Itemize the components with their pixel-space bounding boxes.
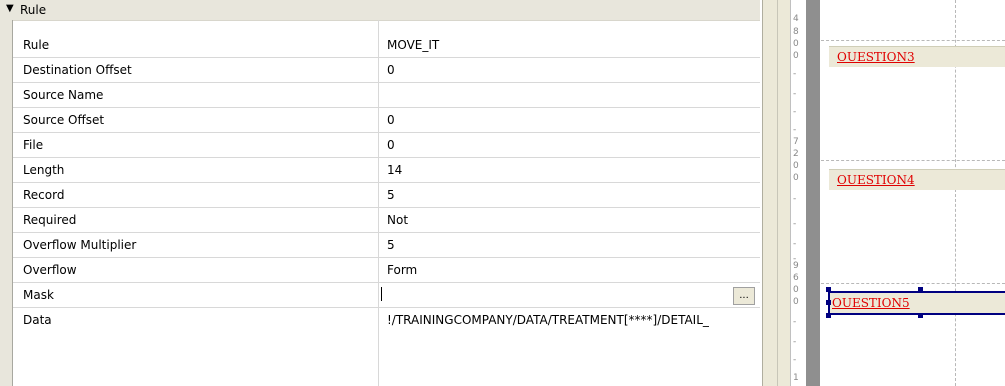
column-splitter[interactable] [378, 20, 379, 386]
resize-handle[interactable] [826, 287, 831, 292]
ruler-tick: - [793, 69, 797, 79]
property-row-length[interactable]: Length 14 [13, 158, 760, 183]
resize-handle[interactable] [918, 287, 923, 292]
ruler-tick: 7 [793, 137, 799, 147]
property-row-required[interactable]: Required Not [13, 208, 760, 233]
property-row-overflow[interactable]: Overflow Form [13, 258, 760, 283]
ruler-tick: - [793, 355, 797, 365]
ruler-tick: - [793, 239, 797, 249]
property-row-overflow-multiplier[interactable]: Overflow Multiplier 5 [13, 233, 760, 258]
property-value[interactable]: 5 [387, 188, 757, 202]
canvas-border [806, 0, 820, 386]
property-row-data[interactable]: Data !/TRAININGCOMPANY/DATA/TREATMENT[**… [13, 308, 760, 332]
property-row-mask[interactable]: Mask ... [13, 283, 760, 308]
property-row-rule[interactable]: Rule MOVE_IT [13, 33, 760, 58]
resize-handle[interactable] [918, 313, 923, 318]
property-name: Length [23, 163, 65, 177]
guide-line [821, 160, 1005, 161]
resize-handle[interactable] [826, 313, 831, 318]
property-value[interactable]: MOVE_IT [387, 38, 757, 52]
property-row-record[interactable]: Record 5 [13, 183, 760, 208]
vertical-ruler: 4 8 0 0 - - - - 7 2 0 0 - - - - 9 6 0 0 … [790, 0, 807, 386]
property-name: Overflow [23, 263, 77, 277]
ruler-tick: - [793, 317, 797, 327]
property-name: Rule [23, 38, 50, 52]
panel-splitter[interactable] [762, 0, 777, 386]
property-row-source-name[interactable]: Source Name [13, 83, 760, 108]
property-name: Overflow Multiplier [23, 238, 137, 252]
ruler-tick: 0 [793, 39, 799, 49]
guide-line [821, 40, 1005, 41]
property-name: Source Name [23, 88, 104, 102]
ruler-tick: 4 [793, 14, 799, 24]
property-name: Mask [23, 288, 54, 302]
ruler-tick: - [793, 219, 797, 229]
collapse-arrow-icon[interactable]: ▼ [6, 3, 14, 14]
property-value[interactable]: 5 [387, 238, 757, 252]
ruler-tick: 9 [793, 261, 799, 271]
guide-line [821, 283, 1005, 284]
panel-splitter-inner[interactable] [777, 0, 791, 386]
ruler-tick: 0 [793, 285, 799, 295]
form-canvas[interactable]: OUESTION3 OUESTION4 OUESTION5 [821, 0, 1005, 386]
property-name: Required [23, 213, 77, 227]
property-value[interactable]: Not [387, 213, 757, 227]
property-row-destination-offset[interactable]: Destination Offset 0 [13, 58, 760, 83]
ruler-tick: 0 [793, 173, 799, 183]
question-label: OUESTION3 [837, 50, 915, 64]
ruler-tick: 0 [793, 51, 799, 61]
property-row-source-offset[interactable]: Source Offset 0 [13, 108, 760, 133]
ruler-tick: - [793, 125, 797, 135]
property-name: Record [23, 188, 65, 202]
ellipsis-button[interactable]: ... [733, 287, 755, 305]
resize-handle[interactable] [826, 300, 831, 305]
property-name: Source Offset [23, 113, 105, 127]
question-label: OUESTION4 [837, 173, 915, 187]
grid-gutter [0, 20, 12, 386]
property-value[interactable]: 0 [387, 113, 757, 127]
question-field-selected[interactable]: OUESTION5 [828, 291, 1005, 315]
property-row-file[interactable]: File 0 [13, 133, 760, 158]
ruler-tick: 2 [793, 149, 799, 159]
property-value[interactable]: 0 [387, 63, 757, 77]
property-value[interactable]: Form [387, 263, 757, 277]
category-header[interactable]: ▼ Rule [0, 0, 760, 21]
category-label: Rule [20, 3, 47, 17]
property-value[interactable]: !/TRAININGCOMPANY/DATA/TREATMENT[****]/D… [387, 313, 757, 327]
ruler-tick: - [793, 194, 797, 204]
text-caret [381, 287, 382, 301]
ruler-tick: 1 [793, 373, 799, 383]
ruler-tick: 0 [793, 297, 799, 307]
ruler-tick: 8 [793, 27, 799, 37]
ruler-tick: 0 [793, 161, 799, 171]
property-grid: ▼ Rule Rule MOVE_IT Destination Offset 0… [0, 0, 760, 386]
question-label: OUESTION5 [832, 296, 910, 310]
property-value[interactable]: 14 [387, 163, 757, 177]
question-field[interactable]: OUESTION3 [829, 46, 1005, 67]
property-name: File [23, 138, 44, 152]
ruler-tick: - [793, 89, 797, 99]
question-field[interactable]: OUESTION4 [829, 169, 1005, 190]
property-name: Destination Offset [23, 63, 132, 77]
ruler-tick: - [793, 337, 797, 347]
property-name: Data [23, 313, 52, 327]
ruler-tick: 6 [793, 273, 799, 283]
property-value[interactable]: 0 [387, 138, 757, 152]
ruler-tick: - [793, 107, 797, 117]
